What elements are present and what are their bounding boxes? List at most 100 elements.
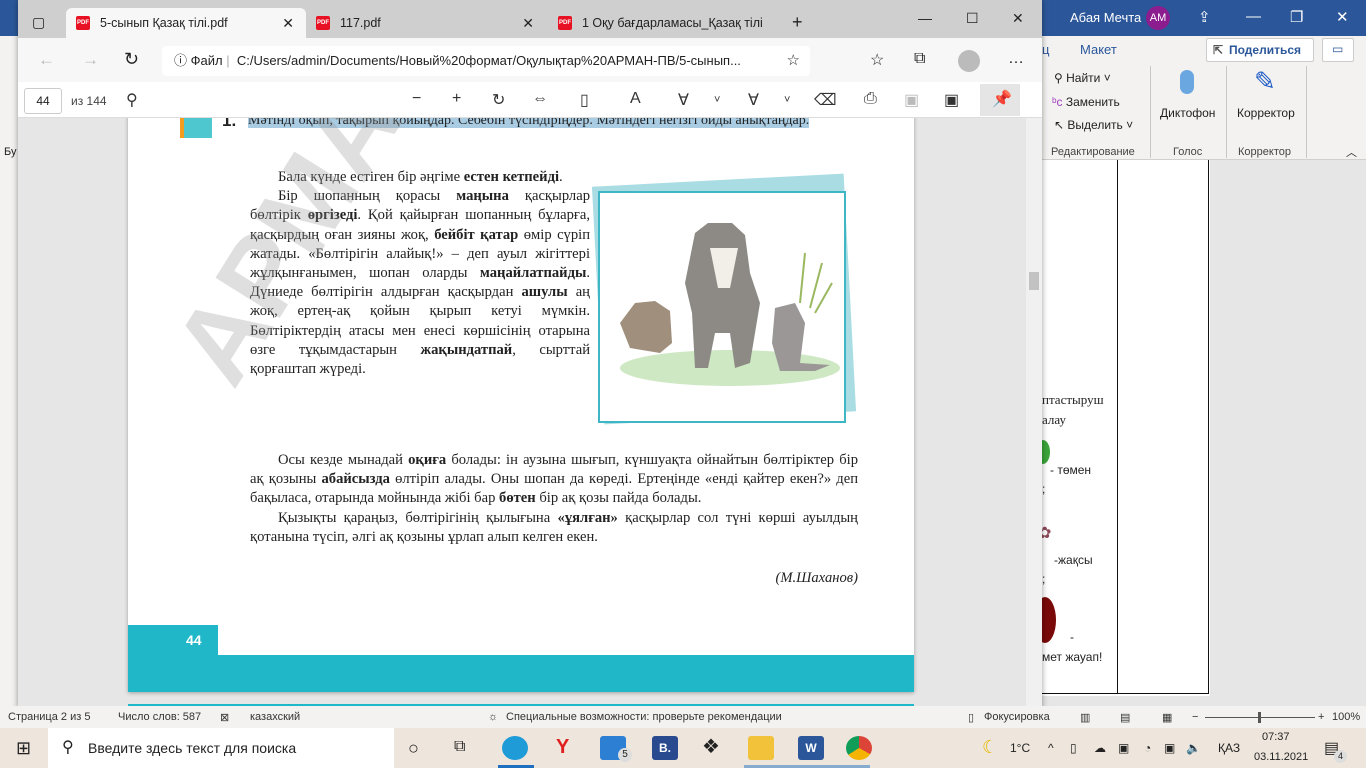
battery-icon[interactable]: ▣ (1164, 741, 1175, 755)
new-tab-button[interactable]: + (792, 12, 803, 33)
bold-term: абайсызда (321, 471, 390, 488)
zoom-in-icon[interactable]: + (452, 90, 461, 108)
tab-partial[interactable]: ц (1042, 42, 1049, 57)
zoom-out-icon[interactable]: − (412, 90, 421, 108)
dropbox-icon[interactable]: ❖ (702, 734, 720, 759)
replace-button[interactable]: ᵇc Заменить (1052, 95, 1120, 109)
close-icon[interactable]: ✕ (1336, 8, 1349, 26)
restore-icon[interactable]: ❐ (1290, 8, 1303, 26)
page-number-input[interactable]: 44 (24, 88, 62, 114)
chevron-down-icon[interactable]: ˅ (714, 94, 720, 106)
tray-icon[interactable]: ▯ (1070, 741, 1077, 755)
print-icon[interactable]: ⎙ (864, 90, 877, 108)
share-button[interactable]: ⇱ Поделиться (1206, 38, 1314, 62)
more-icon[interactable]: … (1008, 50, 1024, 68)
save-icon[interactable]: ▣ (904, 90, 919, 110)
b-app-icon[interactable]: B. (652, 736, 678, 760)
tab-5-synyp[interactable]: PDF 5-сынып Қазақ тілі.pdf ✕ (66, 8, 306, 38)
weather-temp[interactable]: 1°C (1010, 741, 1030, 755)
word-count[interactable]: Число слов: 587 (118, 711, 201, 723)
web-layout-icon[interactable]: ▦ (1162, 711, 1172, 724)
find-button[interactable]: ⚲ Найти ˅ (1054, 71, 1111, 85)
tab-117[interactable]: PDF 117.pdf ✕ (306, 8, 546, 38)
yandex-icon[interactable]: Y (556, 736, 569, 759)
dictate-button[interactable]: Диктофон (1160, 106, 1215, 120)
collections-icon[interactable]: ⧉ (914, 50, 925, 68)
close-icon[interactable]: ✕ (1012, 10, 1024, 27)
highlight-icon[interactable]: ∀ (748, 90, 759, 110)
task-view-icon[interactable]: ⧉ (454, 738, 465, 756)
chrome-icon[interactable] (846, 736, 872, 760)
page-count[interactable]: Страница 2 из 5 (8, 711, 90, 723)
draw-icon[interactable]: ∀ (678, 90, 689, 110)
wolves-illustration (598, 191, 846, 423)
zoom-slider-thumb[interactable] (1258, 712, 1261, 723)
close-tab-icon[interactable]: ✕ (282, 8, 294, 38)
input-language[interactable]: ҚАЗ (1218, 741, 1240, 755)
zoom-in-button[interactable]: + (1318, 711, 1324, 723)
clock-date[interactable]: 03.11.2021 (1254, 751, 1308, 763)
add-favorite-icon[interactable]: ☆ (787, 46, 800, 76)
editor-button[interactable]: Корректор (1237, 106, 1295, 120)
proofing-icon[interactable]: ⊠ (220, 711, 229, 724)
refresh-icon[interactable]: ↻ (124, 49, 139, 70)
zoom-out-button[interactable]: − (1192, 711, 1198, 723)
address-bar[interactable]: ⓘ Файл | C:/Users/admin/Documents/Новый%… (162, 46, 810, 76)
cortana-icon[interactable]: ○ (408, 738, 419, 759)
read-mode-icon[interactable]: ▥ (1080, 711, 1090, 724)
word-app-icon[interactable]: W (798, 736, 824, 760)
minimize-icon[interactable]: — (1246, 8, 1261, 25)
wifi-icon[interactable]: ◔ (1144, 741, 1151, 755)
save-as-icon[interactable]: ▣ (944, 90, 959, 110)
file-explorer-icon[interactable] (748, 736, 774, 760)
find-label: Найти (1066, 71, 1101, 85)
show-hidden-icons[interactable]: ^ (1048, 741, 1054, 755)
ribbon-display-icon[interactable]: ⇪ (1198, 8, 1211, 26)
editor-pen-icon[interactable]: ✎ (1254, 66, 1276, 97)
language[interactable]: казахский (250, 711, 300, 723)
tab-label: 117.pdf (340, 16, 381, 30)
favorites-icon[interactable]: ☆ (870, 50, 884, 70)
zoom-level[interactable]: 100% (1332, 711, 1360, 723)
pdf-icon: PDF (316, 16, 330, 30)
scrollbar-thumb[interactable] (1029, 272, 1039, 290)
collapse-ribbon-icon[interactable]: ︿ (1346, 144, 1357, 160)
search-icon[interactable]: ⚲ (126, 90, 138, 110)
eraser-icon[interactable]: ⌫ (814, 90, 837, 110)
volume-icon[interactable]: 🔈 (1186, 741, 1201, 755)
weather-moon-icon[interactable]: ☾ (982, 737, 998, 758)
close-tab-icon[interactable]: ✕ (522, 8, 534, 38)
forward-icon[interactable]: → (82, 50, 99, 70)
onedrive-icon[interactable]: ☁ (1094, 741, 1106, 755)
windows-start-icon[interactable]: ⊞ (16, 738, 31, 759)
maximize-icon[interactable]: ☐ (966, 10, 979, 27)
tray-icon[interactable]: ▣ (1118, 741, 1129, 755)
pin-toolbar-button[interactable]: 📌 (980, 84, 1020, 116)
avatar[interactable]: АМ (1146, 6, 1170, 30)
comments-button[interactable]: ▭ (1322, 38, 1354, 62)
doc-text: птастыруш (1042, 392, 1104, 407)
focus-mode[interactable]: Фокусировка (984, 711, 1050, 723)
scrollbar[interactable] (1026, 118, 1042, 710)
page-view-icon[interactable]: ▯ (580, 90, 589, 110)
back-icon[interactable]: ← (38, 50, 55, 70)
tab-oku-bagdarlamasy[interactable]: PDF 1 Оқу бағдарламасы_Қазақ тілі (548, 8, 788, 38)
edge-app-icon[interactable] (502, 736, 528, 760)
accessibility-status[interactable]: Специальные возможности: проверьте реком… (506, 711, 782, 723)
fit-width-icon[interactable]: ⇔ (532, 90, 548, 108)
profile-icon[interactable] (958, 50, 980, 72)
accessibility-icon[interactable]: ☼ (488, 711, 498, 723)
chevron-down-icon[interactable]: ˅ (784, 94, 790, 106)
print-layout-icon[interactable]: ▤ (1120, 711, 1130, 724)
taskbar-search[interactable]: ⚲ Введите здесь текст для поиска (48, 728, 394, 768)
read-aloud-icon[interactable]: A (630, 90, 641, 108)
paragraph: Қызықты қараңыз, бөлтірігінің қылығына «… (250, 509, 858, 547)
tab-actions-icon[interactable]: ▢ (32, 14, 45, 31)
tab-layout[interactable]: Макет (1080, 42, 1117, 57)
pdf-toolbar (18, 82, 1042, 118)
select-button[interactable]: ↖ Выделить ˅ (1054, 118, 1133, 132)
minimize-icon[interactable]: — (918, 10, 932, 26)
rotate-icon[interactable]: ↻ (492, 90, 505, 110)
microphone-icon[interactable] (1180, 70, 1194, 94)
clock-time[interactable]: 07:37 (1262, 731, 1290, 743)
